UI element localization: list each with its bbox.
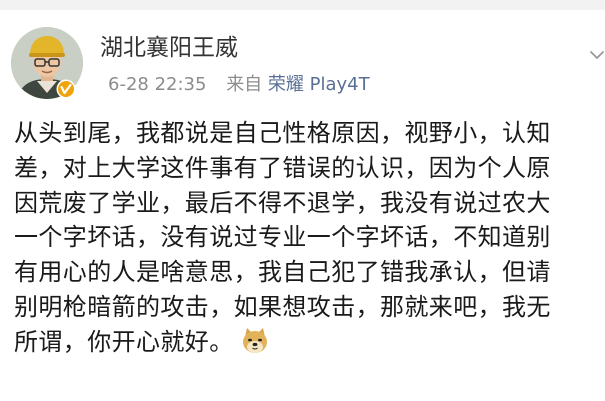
- post-text-line: 所谓，你开心就好。: [14, 327, 234, 356]
- username[interactable]: 湖北襄阳王威: [100, 33, 238, 63]
- post-text-last-line: 所谓，你开心就好。: [14, 325, 597, 360]
- post-text-line: 因荒废了学业，最后不得不退学，我没有说过农大: [14, 188, 551, 217]
- post-text-line: 有用心的人是啥意思，我自己犯了错我承认，但请: [14, 258, 551, 287]
- post-text-line: 差，对上大学这件事有了错误的认识，因为个人原: [14, 153, 551, 182]
- source-label: 来自: [226, 74, 263, 95]
- post-text-line: 别明枪暗箭的攻击，如果想攻击，那就来吧，我无: [14, 292, 551, 321]
- post-text-line: 一个字坏话，没有说过专业一个字坏话，不知道别: [14, 223, 551, 252]
- post-time: 6-28 22:35: [108, 74, 207, 95]
- post-text: 从头到尾，我都说是自己性格原因，视野小，认知 差，对上大学这件事有了错误的认识，…: [14, 116, 597, 360]
- verified-badge-icon: [56, 79, 76, 99]
- post-text-line: 从头到尾，我都说是自己性格原因，视野小，认知: [14, 119, 551, 147]
- doge-emoji-icon: [242, 327, 267, 353]
- post-meta: 6-28 22:35 来自 荣耀 Play4T: [100, 73, 370, 97]
- weibo-post-card: 湖北襄阳王威 6-28 22:35 来自 荣耀 Play4T 从头到尾，我都说是…: [0, 10, 605, 401]
- device-link[interactable]: 荣耀 Play4T: [268, 73, 370, 97]
- chevron-down-icon[interactable]: [588, 44, 605, 66]
